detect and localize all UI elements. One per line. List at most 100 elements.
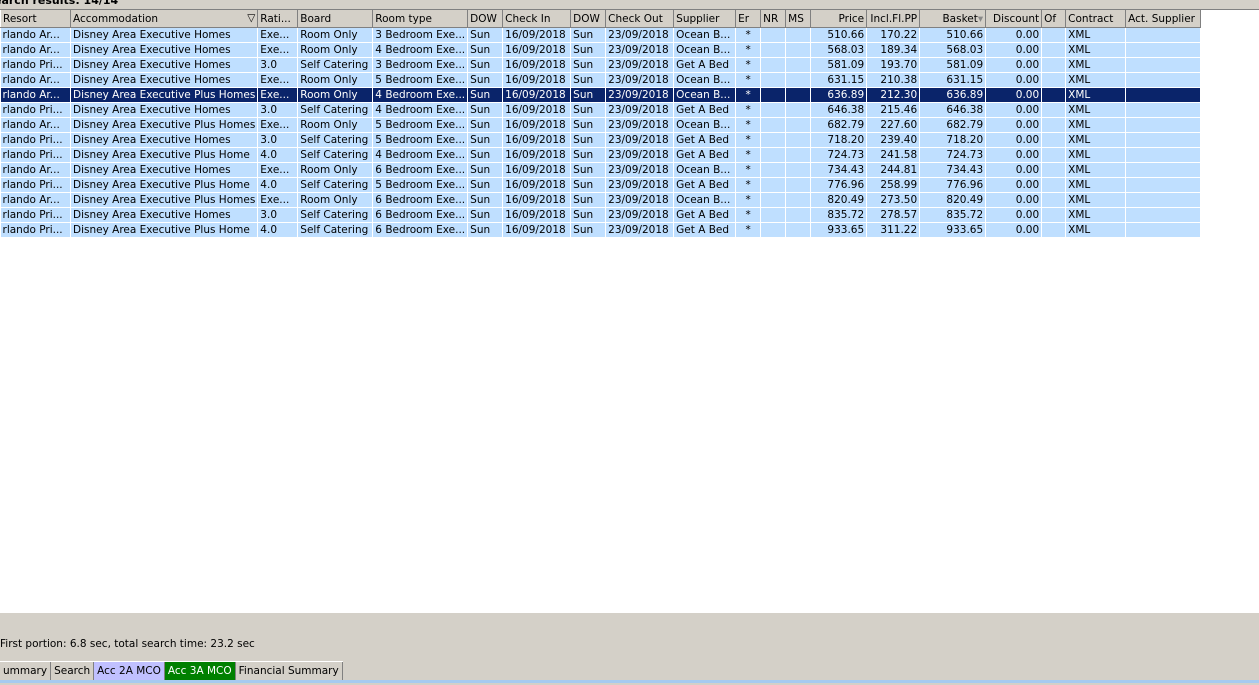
table-row[interactable]: rlando Pri... Disney Area Executive Plus … <box>0 177 1202 193</box>
table-cell: XML <box>1065 147 1127 163</box>
table-cell <box>1041 57 1067 73</box>
column-header[interactable]: Er <box>735 10 762 28</box>
column-header[interactable]: NR <box>760 10 787 28</box>
table-row[interactable]: rlando Ar... Disney Area Executive Plus H… <box>0 87 1202 103</box>
table-cell: 636.89 <box>810 87 868 103</box>
table-cell: rlando Pri... <box>0 177 71 193</box>
table-cell: * <box>735 87 762 103</box>
table-cell: 193.70 <box>866 57 921 73</box>
column-header[interactable]: Accommodation ▽ <box>69 10 259 28</box>
table-cell: Ocean B... <box>673 42 737 58</box>
table-cell: Self Catering <box>297 222 374 238</box>
table-row[interactable]: rlando Ar... Disney Area Executive Plus H… <box>0 117 1202 133</box>
column-header-label: Price <box>838 12 865 25</box>
column-header[interactable]: MS <box>785 10 812 28</box>
table-cell: 3.0 <box>257 102 299 118</box>
table-row[interactable]: rlando Pri... Disney Area Executive Homes… <box>0 102 1202 118</box>
column-header-label: Discount <box>993 12 1040 25</box>
table-row[interactable]: rlando Ar... Disney Area Executive Homes E… <box>0 27 1202 43</box>
table-cell <box>760 222 787 238</box>
column-header[interactable]: Basket▾ <box>919 10 987 28</box>
table-cell: 23/09/2018 <box>605 222 675 238</box>
table-cell: Sun <box>467 177 504 193</box>
table-row[interactable]: rlando Pri... Disney Area Executive Plus … <box>0 222 1202 238</box>
table-cell <box>760 132 787 148</box>
table-cell: * <box>735 162 762 178</box>
table-row[interactable]: rlando Pri... Disney Area Executive Homes… <box>0 207 1202 223</box>
column-header[interactable]: Discount <box>985 10 1043 28</box>
column-header[interactable]: Rati... <box>257 10 299 28</box>
table-cell: 734.43 <box>810 162 868 178</box>
table-cell <box>1125 117 1202 133</box>
tab-ummary[interactable]: ummary <box>0 662 52 680</box>
column-header[interactable]: DOW <box>467 10 504 28</box>
column-header[interactable]: Incl.Fl.PP <box>866 10 921 28</box>
column-header[interactable]: Room type <box>372 10 469 28</box>
table-cell: Exe... <box>257 42 299 58</box>
table-cell: Sun <box>467 102 504 118</box>
table-cell: XML <box>1065 177 1127 193</box>
table-row[interactable]: rlando Ar... Disney Area Executive Homes E… <box>0 162 1202 178</box>
table-cell <box>1125 57 1202 73</box>
filter-icon[interactable]: ▽ <box>247 12 255 24</box>
table-cell <box>1125 177 1202 193</box>
table-cell: * <box>735 147 762 163</box>
column-header-label: Act. Supplier <box>1128 12 1195 25</box>
table-cell <box>760 72 787 88</box>
column-header[interactable]: Check In <box>502 10 572 28</box>
table-cell: * <box>735 27 762 43</box>
table-cell: 0.00 <box>985 57 1043 73</box>
tab-search[interactable]: Search <box>51 662 95 680</box>
table-cell: 239.40 <box>866 132 921 148</box>
column-header[interactable]: Resort <box>0 10 71 28</box>
results-grid[interactable]: Resort Accommodation ▽ Rati... Board Room typ… <box>0 9 1259 613</box>
table-cell: 16/09/2018 <box>502 27 572 43</box>
table-cell: Sun <box>467 27 504 43</box>
table-cell: Disney Area Executive Homes <box>70 42 259 58</box>
table-row[interactable]: rlando Ar... Disney Area Executive Homes E… <box>0 42 1202 58</box>
table-cell: Disney Area Executive Plus Home <box>70 177 259 193</box>
tab-acc-2a-mco[interactable]: Acc 2A MCO <box>94 662 165 680</box>
table-cell: 724.73 <box>919 147 987 163</box>
table-cell <box>785 102 812 118</box>
table-cell: 0.00 <box>985 192 1043 208</box>
table-cell: Self Catering <box>297 177 374 193</box>
table-cell <box>1041 222 1067 238</box>
column-header-label: NR <box>763 12 779 25</box>
table-cell: 210.38 <box>866 72 921 88</box>
tab-financial-summary[interactable]: Financial Summary <box>235 662 343 680</box>
column-header[interactable]: Act. Supplier <box>1125 10 1202 28</box>
table-cell: Exe... <box>257 27 299 43</box>
table-cell: 16/09/2018 <box>502 72 572 88</box>
column-header[interactable]: Of <box>1041 10 1067 28</box>
table-cell: * <box>735 57 762 73</box>
table-cell <box>760 102 787 118</box>
table-cell: 244.81 <box>866 162 921 178</box>
column-header-label: Rati... <box>260 12 291 25</box>
tab-acc-3a-mco[interactable]: Acc 3A MCO <box>164 662 236 680</box>
column-header[interactable]: DOW <box>570 10 607 28</box>
column-header[interactable]: Board <box>297 10 374 28</box>
table-row[interactable]: rlando Pri... Disney Area Executive Plus … <box>0 147 1202 163</box>
table-cell <box>785 57 812 73</box>
column-header[interactable]: Supplier <box>673 10 737 28</box>
table-row[interactable]: rlando Pri... Disney Area Executive Homes… <box>0 57 1202 73</box>
table-cell: Exe... <box>257 162 299 178</box>
column-header[interactable]: Check Out <box>605 10 675 28</box>
table-cell: 631.15 <box>919 72 987 88</box>
table-cell <box>1041 27 1067 43</box>
table-cell: Disney Area Executive Homes <box>70 102 259 118</box>
table-row[interactable]: rlando Pri... Disney Area Executive Homes… <box>0 132 1202 148</box>
column-header-label: MS <box>788 12 804 25</box>
table-cell: 278.57 <box>866 207 921 223</box>
table-cell: 23/09/2018 <box>605 27 675 43</box>
column-header[interactable]: Contract <box>1065 10 1127 28</box>
table-cell: Get A Bed <box>673 147 737 163</box>
column-header-label: Resort <box>3 12 37 25</box>
column-header-label: DOW <box>470 12 497 25</box>
table-row[interactable]: rlando Ar... Disney Area Executive Homes E… <box>0 72 1202 88</box>
table-row[interactable]: rlando Ar... Disney Area Executive Plus H… <box>0 192 1202 208</box>
table-cell: Exe... <box>257 117 299 133</box>
column-header[interactable]: Price <box>810 10 868 28</box>
table-cell: Get A Bed <box>673 222 737 238</box>
